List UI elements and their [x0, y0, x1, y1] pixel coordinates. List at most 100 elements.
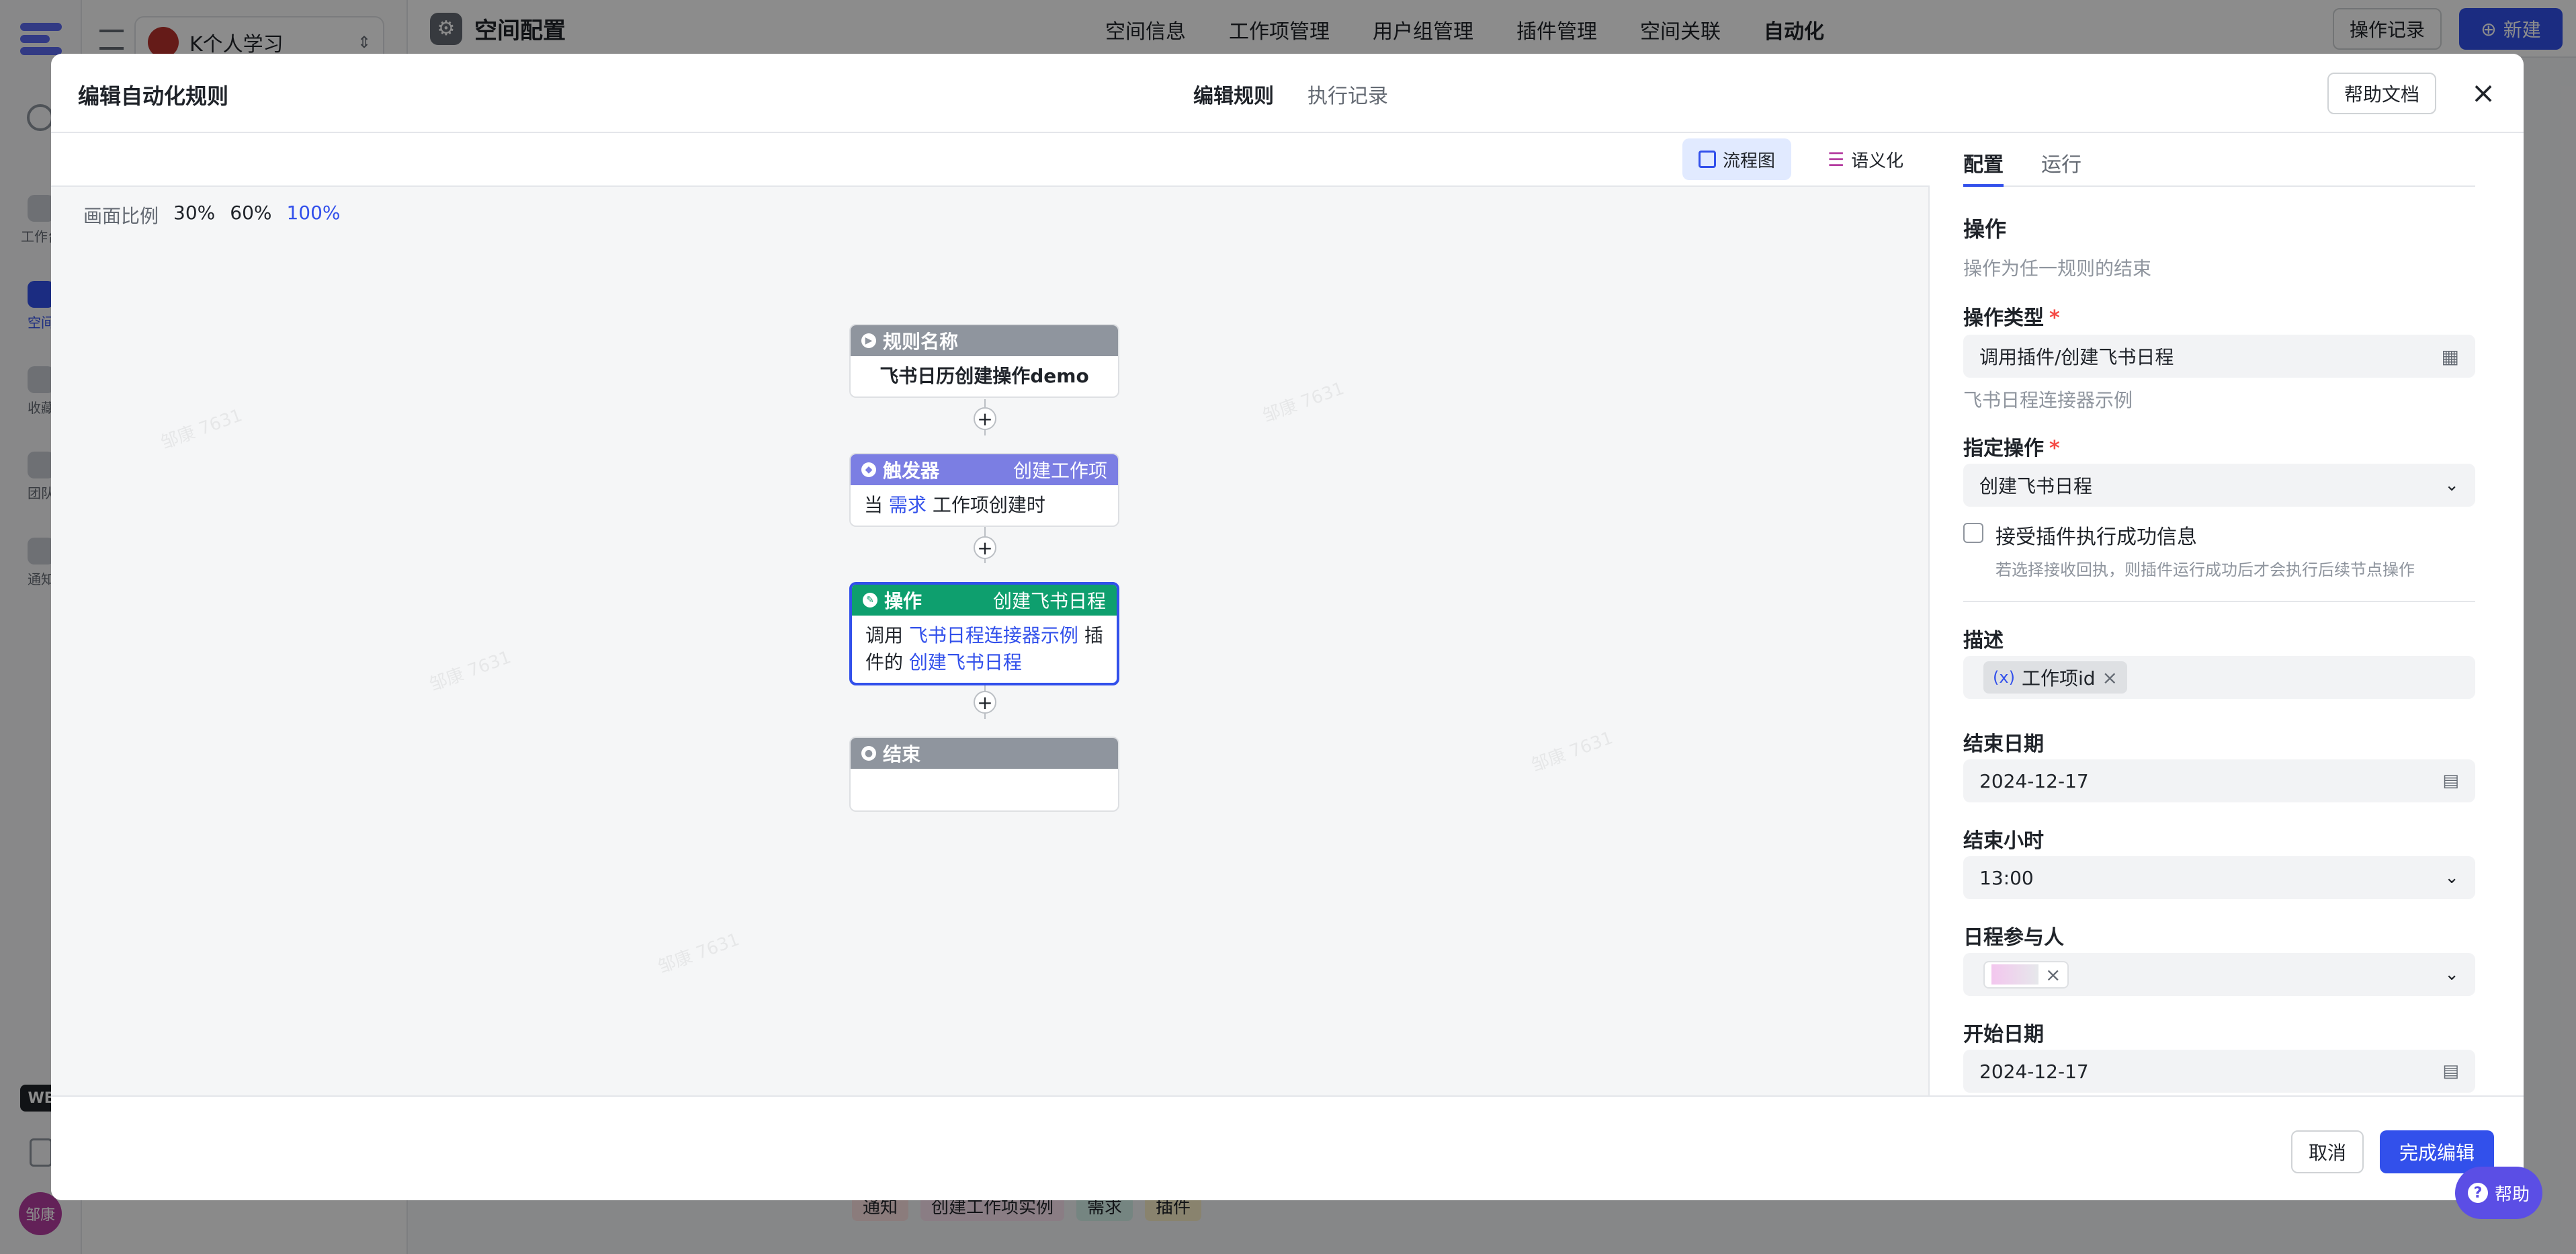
action-node[interactable]: ✎ 操作 创建飞书日程 调用 飞书日程连接器示例 插件的 创建飞书日程: [849, 582, 1119, 685]
watermark: 邹康 7631: [1260, 378, 1347, 427]
chevron-down-icon: ⌄: [2444, 475, 2459, 495]
tab-exec-log[interactable]: 执行记录: [1307, 79, 1388, 109]
zoom-60[interactable]: 60%: [230, 202, 271, 228]
modal-header: 编辑自动化规则 编辑规则 执行记录 帮助文档 ×: [51, 54, 2524, 133]
list-icon: ☰: [1828, 148, 1845, 171]
close-icon[interactable]: ×: [2464, 74, 2502, 112]
edit-rule-modal: 编辑自动化规则 编辑规则 执行记录 帮助文档 × 流程图 ☰ 语义化 画面比例 …: [51, 54, 2524, 1200]
chevron-down-icon: ⌄: [2444, 868, 2459, 888]
rule-name-node[interactable]: ▶ 规则名称 飞书日历创建操作demo: [849, 324, 1119, 398]
zoom-30[interactable]: 30%: [173, 202, 215, 228]
text: 当: [864, 494, 884, 516]
required-mark: *: [2049, 437, 2060, 460]
modal-title: 编辑自动化规则: [78, 83, 229, 109]
zoom-label: 画面比例: [83, 205, 159, 227]
add-node-button[interactable]: +: [974, 407, 996, 430]
watermark: 邹康 7631: [1529, 728, 1616, 776]
divider: [1963, 601, 2475, 602]
flow-canvas[interactable]: 流程图 ☰ 语义化 画面比例 30% 60% 100% + + + ▶ 规则名称 …: [51, 133, 1930, 1095]
watermark: 邹康 7631: [655, 929, 742, 978]
node-title: 操作: [884, 590, 922, 612]
accept-receipt-hint: 若选择接收回执，则插件运行成功后才会执行后续节点操作: [1995, 560, 2415, 579]
label-text: 指定操作: [1963, 437, 2044, 460]
specified-op-select[interactable]: 创建飞书日程 ⌄: [1963, 464, 2475, 507]
panel-tabs: 配置 运行: [1963, 133, 2475, 187]
desc-label: 描述: [1963, 629, 2004, 653]
action-icon: ✎: [863, 593, 877, 608]
node-tag: 创建飞书日程: [992, 590, 1106, 612]
flowchart-label: 流程图: [1723, 151, 1776, 171]
section-title: 操作: [1963, 216, 2007, 242]
zoom-control: 画面比例 30% 60% 100%: [83, 202, 341, 228]
help-fab-button[interactable]: ? 帮助: [2455, 1167, 2542, 1219]
chip-text: 工作项id: [2021, 667, 2096, 689]
entity-link[interactable]: 需求: [889, 494, 927, 516]
cancel-button[interactable]: 取消: [2291, 1130, 2364, 1173]
node-tag: 创建工作项: [1013, 460, 1107, 482]
help-label: 帮助: [2494, 1184, 2530, 1205]
semantic-view-button[interactable]: ☰ 语义化: [1811, 138, 1920, 180]
add-node-button[interactable]: +: [974, 536, 996, 559]
participants-label: 日程参与人: [1963, 926, 2064, 950]
chevron-down-icon: ⌄: [2444, 964, 2459, 985]
modal-tabs: 编辑规则 执行记录: [1193, 79, 1388, 109]
label-text: 操作类型: [1963, 306, 2044, 330]
end-date-field[interactable]: 2024-12-17 ▤: [1963, 759, 2475, 802]
tab-run[interactable]: 运行: [2041, 133, 2081, 185]
calendar-icon[interactable]: ▤: [2442, 1061, 2459, 1081]
desc-field[interactable]: (x) 工作项id ×: [1963, 656, 2475, 699]
app-grid-icon[interactable]: ▦: [2442, 345, 2459, 368]
trigger-node[interactable]: ◆ 触发器 创建工作项 当 需求 工作项创建时: [849, 453, 1119, 527]
close-icon[interactable]: ×: [2102, 667, 2118, 689]
variable-chip: (x) 工作项id ×: [1983, 661, 2127, 694]
close-icon[interactable]: ×: [2045, 964, 2061, 986]
variable-icon: (x): [1993, 668, 2015, 687]
specified-op-value: 创建飞书日程: [1979, 475, 2093, 497]
start-date-value: 2024-12-17: [1979, 1060, 2089, 1083]
flowchart-icon: [1699, 151, 1716, 168]
add-node-button[interactable]: +: [974, 691, 996, 714]
help-doc-button[interactable]: 帮助文档: [2327, 73, 2436, 114]
tab-config[interactable]: 配置: [1963, 133, 2004, 187]
start-date-field[interactable]: 2024-12-17 ▤: [1963, 1050, 2475, 1093]
end-node[interactable]: ● 结束: [849, 737, 1119, 812]
trigger-body: 当 需求 工作项创建时: [851, 485, 1118, 526]
calendar-icon[interactable]: ▤: [2442, 771, 2459, 791]
operation-link[interactable]: 创建飞书日程: [909, 651, 1022, 673]
stop-icon: ●: [861, 746, 876, 761]
node-header: ● 结束: [851, 738, 1118, 769]
specified-op-label: 指定操作 *: [1963, 431, 2060, 461]
end-hour-select[interactable]: 13:00 ⌄: [1963, 856, 2475, 899]
tab-edit-rule[interactable]: 编辑规则: [1193, 79, 1274, 109]
end-date-label: 结束日期: [1963, 733, 2044, 756]
end-body: [851, 769, 1118, 810]
end-hour-label: 结束小时: [1963, 829, 2044, 853]
flowchart-view-button[interactable]: 流程图: [1682, 138, 1792, 180]
text: 调用: [865, 624, 904, 646]
participants-select[interactable]: × ⌄: [1963, 953, 2475, 996]
question-icon: ?: [2467, 1183, 2488, 1203]
text: 工作项创建时: [932, 494, 1045, 516]
canvas-toolbar: 流程图 ☰ 语义化: [51, 133, 1930, 187]
play-icon: ▶: [861, 333, 876, 348]
accept-receipt-label[interactable]: 接受插件执行成功信息: [1995, 520, 2197, 550]
op-type-field[interactable]: 调用插件/创建飞书日程 ▦: [1963, 335, 2475, 378]
modal-footer: 取消 完成编辑: [51, 1095, 2524, 1200]
plugin-link[interactable]: 飞书日程连接器示例: [909, 624, 1078, 646]
config-panel: 配置 运行 操作 操作为任一规则的结束 操作类型 * 调用插件/创建飞书日程 ▦ …: [1931, 133, 2524, 1095]
op-type-value: 调用插件/创建飞书日程: [1979, 346, 2174, 368]
node-title: 规则名称: [883, 331, 959, 353]
trigger-icon: ◆: [861, 462, 876, 477]
section-desc: 操作为任一规则的结束: [1963, 257, 2152, 280]
zoom-100[interactable]: 100%: [286, 202, 340, 228]
node-title: 结束: [883, 743, 921, 765]
watermark: 邹康 7631: [427, 647, 514, 696]
node-header: ▶ 规则名称: [851, 325, 1118, 356]
start-date-label: 开始日期: [1963, 1023, 2044, 1046]
participant-avatar: [1991, 964, 2038, 985]
participant-chip: ×: [1983, 960, 2069, 989]
accept-receipt-checkbox[interactable]: [1963, 523, 1983, 543]
end-date-value: 2024-12-17: [1979, 769, 2089, 792]
op-type-hint: 飞书日程连接器示例: [1963, 389, 2133, 411]
node-header: ◆ 触发器 创建工作项: [851, 454, 1118, 485]
